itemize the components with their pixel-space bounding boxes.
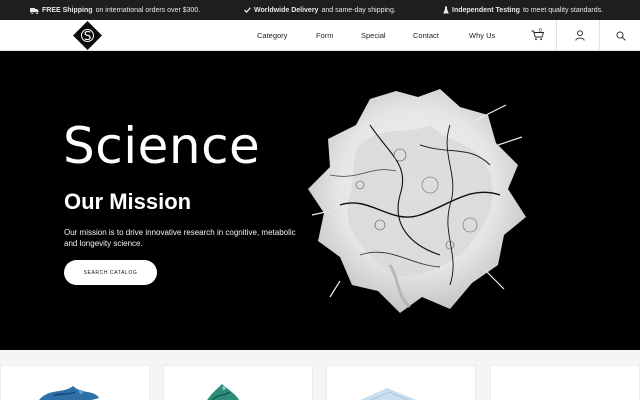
- truck-icon: [30, 7, 39, 14]
- product-cards: [0, 350, 640, 400]
- hero-subtitle: Our Mission: [64, 189, 192, 214]
- nav-why-us[interactable]: Why Us: [469, 20, 495, 51]
- announcement-text: and same-day shipping.: [321, 6, 396, 14]
- announcement-worldwide-delivery: Worldwide Delivery and same-day shipping…: [244, 0, 396, 20]
- header-divider: [599, 20, 600, 51]
- product-image: [207, 384, 240, 400]
- announcement-text: on international orders over $300.: [95, 6, 201, 14]
- announcement-bar: FREE Shipping on international orders ov…: [0, 0, 640, 20]
- hero-description: Our mission is to drive innovative resea…: [64, 228, 296, 248]
- search-icon: [616, 30, 626, 41]
- product-card[interactable]: [326, 365, 476, 400]
- cart-count: 0: [539, 28, 542, 34]
- marble-artwork: [308, 89, 526, 313]
- announcement-free-shipping: FREE Shipping on international orders ov…: [30, 0, 200, 20]
- announcement-bold: FREE Shipping: [42, 6, 93, 14]
- flask-icon: [443, 6, 449, 14]
- nav-special[interactable]: Special: [361, 20, 386, 51]
- product-card[interactable]: [0, 365, 150, 400]
- header-divider: [556, 20, 557, 51]
- product-image: [360, 388, 417, 400]
- product-card[interactable]: [490, 365, 640, 400]
- nav-contact[interactable]: Contact: [413, 20, 439, 51]
- site-header: S Category Form Special Contact Why Us 0: [0, 20, 640, 51]
- nav-category[interactable]: Category: [257, 20, 287, 51]
- hero-title: Science: [63, 117, 261, 175]
- check-icon: [244, 7, 251, 13]
- hero-banner: Science Our Mission Our mission is to dr…: [0, 51, 640, 350]
- logo[interactable]: S: [73, 21, 102, 50]
- account-button[interactable]: [572, 20, 588, 51]
- announcement-independent-testing: Independent Testing to meet quality stan…: [443, 0, 603, 20]
- announcement-text: to meet quality standards.: [522, 6, 604, 14]
- user-icon: [575, 30, 585, 41]
- announcement-bold: Worldwide Delivery: [254, 6, 319, 14]
- nav-form[interactable]: Form: [316, 20, 334, 51]
- search-catalog-button[interactable]: SEARCH CATALOG: [64, 260, 157, 285]
- logo-letter: S: [83, 28, 92, 43]
- announcement-bold: Independent Testing: [452, 6, 520, 14]
- cart-icon: [531, 30, 545, 41]
- search-button[interactable]: [613, 20, 629, 51]
- product-image: [39, 386, 99, 400]
- product-card[interactable]: [163, 365, 313, 400]
- cart-button[interactable]: 0: [530, 20, 546, 51]
